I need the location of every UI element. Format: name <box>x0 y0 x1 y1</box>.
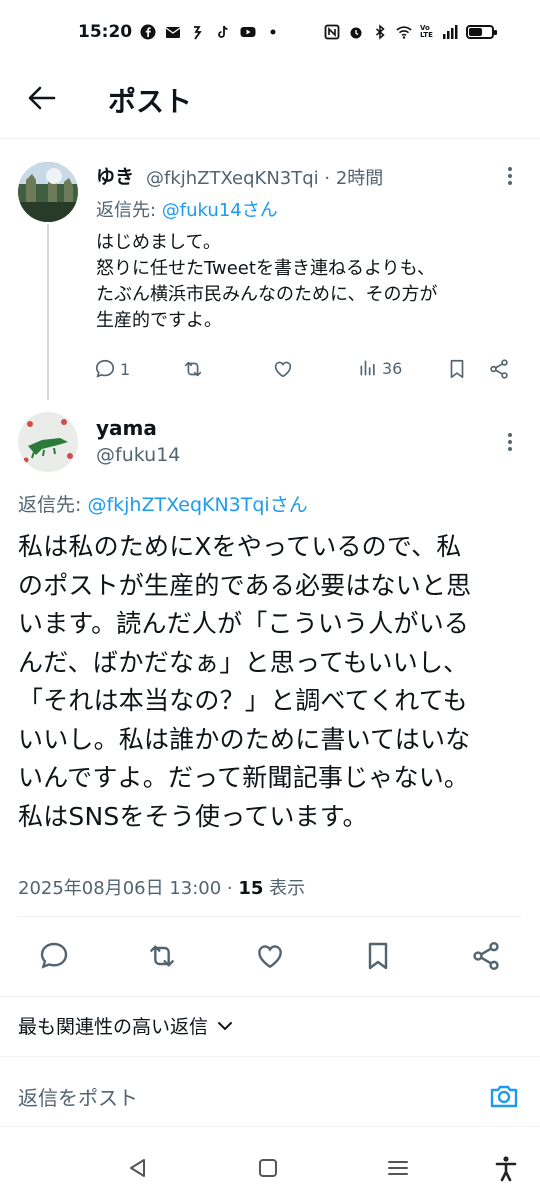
tweet-timestamp: 2025年08月06日 13:00 · 15 表示 <box>18 878 306 899</box>
nfc-icon <box>324 24 340 40</box>
heart-icon <box>274 361 292 378</box>
avatar[interactable] <box>18 412 78 472</box>
share-button[interactable] <box>488 358 510 380</box>
reply-to-link[interactable]: @fkjhZTXeqKN3Tqiさん <box>87 494 307 516</box>
tweet-action-bar <box>0 936 540 976</box>
app-icon <box>194 26 202 40</box>
analytics-icon <box>360 360 375 376</box>
status-time: 15:20 <box>78 22 133 42</box>
bookmark-icon[interactable] <box>362 940 394 972</box>
battery-icon <box>466 25 497 39</box>
divider <box>0 1126 540 1127</box>
system-icons: Vo LTE <box>324 24 497 40</box>
heart-icon[interactable] <box>254 940 286 972</box>
reply-button[interactable]: 1 <box>94 358 130 380</box>
sort-label: 最も関連性の高い返信 <box>18 1016 209 1038</box>
mail-icon <box>165 27 181 38</box>
views-button[interactable]: 36 <box>358 358 402 378</box>
chevron-down-icon <box>218 1021 233 1030</box>
system-nav-bar <box>0 1136 540 1199</box>
tiktok-icon <box>218 25 228 38</box>
signal-icon <box>443 25 458 39</box>
reply-author-name[interactable]: ゆき <box>96 162 134 189</box>
author-name[interactable]: yama <box>96 416 157 440</box>
tweet-text: 私は私のためにXをやっているので、私 のポストが生産的である必要はないと思 いま… <box>18 532 472 831</box>
reply-tweet-text: はじめまして。 怒りに任せたTweetを書き連ねるよりも、 たぶん横浜市民みんな… <box>96 232 438 331</box>
notification-icons <box>140 24 281 40</box>
bookmark-icon <box>450 359 464 379</box>
home-square-icon[interactable] <box>254 1154 282 1182</box>
avatar[interactable] <box>18 162 78 222</box>
more-options-icon[interactable] <box>500 430 520 454</box>
divider <box>0 1056 540 1057</box>
divider <box>0 138 540 139</box>
reply-to-link[interactable]: @fuku14さん <box>162 200 278 221</box>
share-icon <box>490 359 508 379</box>
bluetooth-icon <box>376 24 385 40</box>
repost-icon <box>184 361 202 377</box>
view-count[interactable]: 15 <box>238 878 263 899</box>
back-arrow-icon[interactable] <box>26 82 58 114</box>
repost-icon[interactable] <box>146 940 178 972</box>
accessibility-icon[interactable] <box>492 1154 520 1182</box>
reply-action-bar: 1 36 <box>94 358 514 384</box>
alarm-icon <box>350 27 362 39</box>
reply-sort-dropdown[interactable]: 最も関連性の高い返信 <box>18 1012 234 1039</box>
repost-button[interactable] <box>182 358 204 380</box>
reply-icon[interactable] <box>38 940 70 972</box>
divider <box>0 996 540 997</box>
youtube-icon <box>240 27 256 37</box>
thread-line <box>47 224 49 400</box>
dot-icon <box>270 29 276 35</box>
reply-compose-input[interactable]: 返信をポスト <box>18 1082 138 1111</box>
camera-icon[interactable] <box>488 1080 520 1112</box>
more-options-icon[interactable] <box>500 164 520 188</box>
volte-label: Vo LTE <box>420 24 433 39</box>
author-handle[interactable]: @fuku14 <box>96 444 180 466</box>
avatar-image <box>18 162 78 222</box>
like-button[interactable] <box>272 358 294 380</box>
divider <box>18 916 522 917</box>
bookmark-button[interactable] <box>446 358 468 380</box>
reply-handle-time: @fkjhZTXeqKN3Tqi · 2時間 <box>146 168 384 189</box>
comment-icon <box>95 359 115 378</box>
page-title: ポスト <box>108 85 193 118</box>
reply-to-label: 返信先: @fuku14さん <box>96 200 278 221</box>
reply-to-label: 返信先: @fkjhZTXeqKN3Tqiさん <box>18 494 308 516</box>
avatar-image <box>18 412 78 472</box>
status-bar: 15:20 Vo LTE <box>0 0 540 64</box>
share-icon[interactable] <box>470 940 502 972</box>
facebook-icon <box>140 24 156 40</box>
back-triangle-icon[interactable] <box>124 1154 152 1182</box>
recents-menu-icon[interactable] <box>384 1154 412 1182</box>
wifi-icon <box>396 26 412 39</box>
